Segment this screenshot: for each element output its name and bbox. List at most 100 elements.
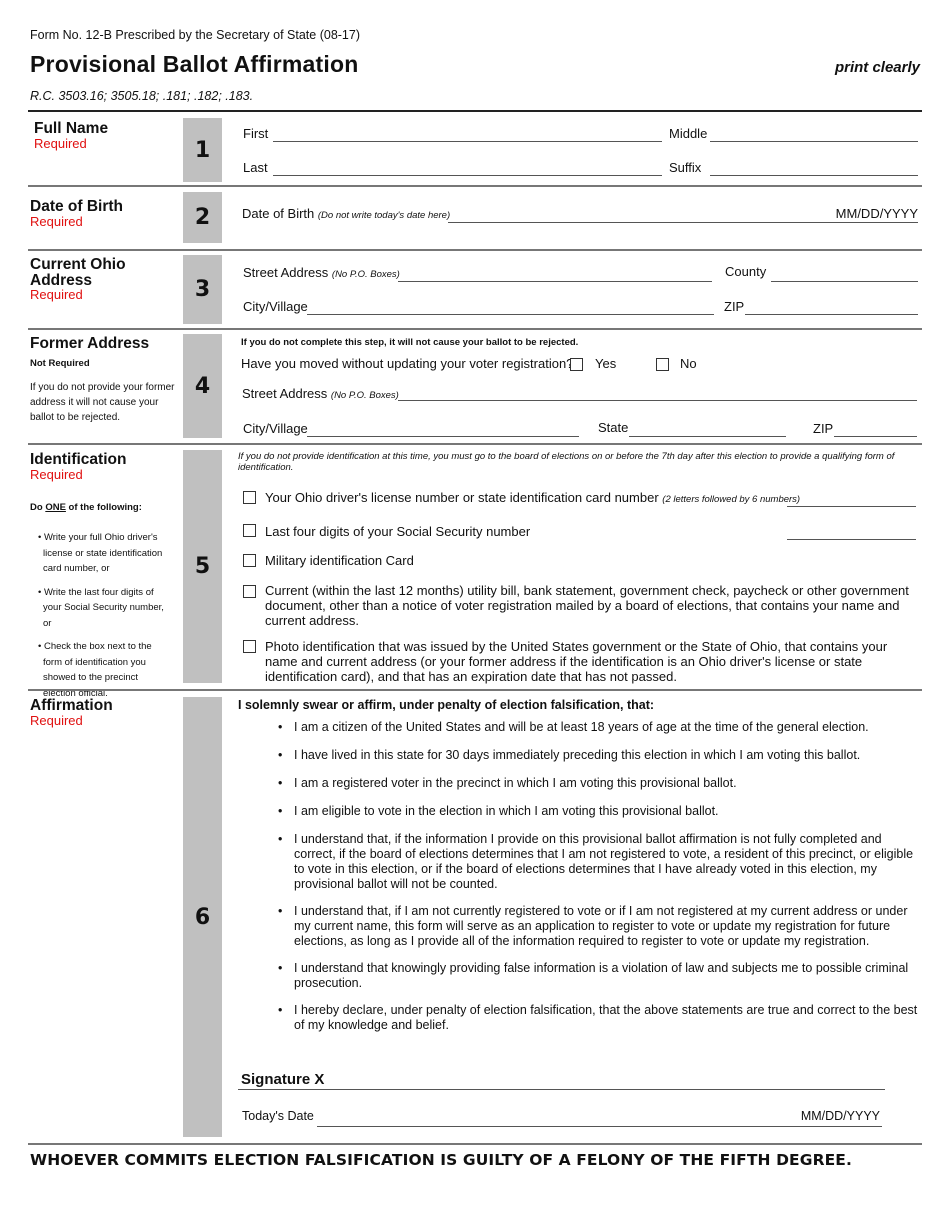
zip-field[interactable]	[745, 314, 918, 315]
section-divider	[28, 443, 922, 445]
option-note: (2 letters followed by 6 numbers)	[662, 494, 801, 505]
former-street-label: Street Address (No P.O. Boxes)	[242, 386, 399, 401]
id-option-photo-id-checkbox[interactable]	[243, 640, 256, 653]
page-title: Provisional Ballot Affirmation	[30, 51, 359, 77]
option-label: Your Ohio driver's license number or sta…	[265, 490, 659, 505]
id-option-photo-id-label: Photo identification that was issued by …	[265, 639, 888, 684]
section-title: Full Name	[34, 120, 109, 137]
moved-no-checkbox[interactable]	[656, 358, 669, 371]
street-label-text: Street Address	[243, 265, 329, 280]
dob-format-hint: MM/DD/YYYY	[835, 206, 918, 221]
affirmation-statement: I understand that knowingly providing fa…	[278, 961, 920, 991]
felony-warning: WHOEVER COMMITS ELECTION FALSIFICATION I…	[30, 1151, 852, 1169]
step-number-4: 4	[183, 334, 222, 438]
id-option-military-checkbox[interactable]	[243, 554, 256, 567]
former-street-label-text: Street Address	[242, 386, 328, 401]
step-number-1: 1	[183, 118, 222, 182]
side-bullet-text: Write your full Ohio driver's license or…	[43, 532, 163, 574]
signature-field[interactable]	[238, 1089, 885, 1090]
do-one-instruction: Do ONE of the following:	[30, 502, 142, 513]
moved-question: Have you moved without updating your vot…	[241, 356, 574, 371]
drivers-license-number-field[interactable]	[787, 506, 916, 507]
middle-name-label: Middle	[669, 126, 708, 141]
section-title: Date of Birth	[30, 198, 123, 215]
section-title-line1: Current Ohio	[30, 256, 126, 273]
former-address-top-note: If you do not complete this step, it wil…	[241, 337, 579, 348]
former-city-label: City/Village	[243, 421, 308, 436]
affirmation-intro: I solemnly swear or affirm, under penalt…	[238, 698, 655, 712]
ssn-last-four-field[interactable]	[787, 539, 916, 540]
dob-field[interactable]	[448, 222, 918, 223]
street-address-field[interactable]	[398, 281, 712, 282]
id-option-utility-bill-checkbox[interactable]	[243, 585, 256, 598]
section-divider	[28, 689, 922, 691]
section-divider	[28, 249, 922, 251]
step-number-3: 3	[183, 255, 222, 324]
id-option-drivers-license-label: Your Ohio driver's license number or sta…	[265, 490, 800, 507]
middle-name-field[interactable]	[710, 141, 918, 142]
signature-label: Signature X	[241, 1071, 325, 1088]
not-required-label: Not Required	[30, 358, 90, 369]
former-city-field[interactable]	[307, 436, 579, 437]
dob-label-text: Date of Birth	[242, 206, 315, 221]
suffix-field[interactable]	[710, 175, 918, 176]
id-option-drivers-license-checkbox[interactable]	[243, 491, 256, 504]
zip-label: ZIP	[724, 299, 745, 314]
required-label: Required	[34, 136, 87, 151]
former-zip-field[interactable]	[834, 436, 917, 437]
affirmation-statements: I am a citizen of the United States and …	[278, 720, 920, 1033]
former-state-label: State	[598, 420, 629, 435]
street-note: (No P.O. Boxes)	[331, 269, 400, 280]
affirmation-statement: I hereby declare, under penalty of elect…	[278, 1003, 920, 1033]
id-top-note: If you do not provide identification at …	[238, 451, 895, 473]
id-option-ssn-label: Last four digits of your Social Security…	[265, 524, 531, 539]
step-number-5: 5	[183, 450, 222, 683]
section-title: Affirmation	[30, 697, 113, 714]
city-field[interactable]	[307, 314, 714, 315]
county-field[interactable]	[771, 281, 918, 282]
moved-no-label: No	[680, 356, 697, 371]
section-divider	[28, 328, 922, 330]
todays-date-label: Today's Date	[242, 1109, 314, 1123]
former-address-side-note: If you do not provide your former addres…	[30, 382, 175, 423]
header-divider	[28, 110, 922, 112]
former-street-note: (No P.O. Boxes)	[330, 390, 399, 401]
affirmation-statement: I understand that, if the information I …	[278, 832, 920, 892]
form-number: Form No. 12-B Prescribed by the Secretar…	[30, 28, 360, 42]
required-label: Required	[30, 214, 83, 229]
last-name-field[interactable]	[273, 175, 662, 176]
former-state-field[interactable]	[629, 436, 786, 437]
first-name-label: First	[243, 126, 269, 141]
instruction-suffix: of the following:	[65, 502, 142, 513]
street-address-label: Street Address (No P.O. Boxes)	[243, 265, 400, 280]
affirmation-statement: I understand that, if I am not currently…	[278, 904, 920, 949]
affirmation-statement: I am eligible to vote in the election in…	[278, 804, 920, 819]
print-clearly-note: print clearly	[834, 59, 920, 76]
side-bullet: • Write the last four digits of your Soc…	[38, 586, 164, 629]
side-bullet-text: Write the last four digits of your Socia…	[43, 586, 164, 629]
side-bullet: • Check the box next to the form of iden…	[38, 641, 152, 699]
id-side-bullets: • Write your full Ohio driver's license …	[38, 530, 173, 701]
section-title: Identification	[30, 451, 127, 468]
former-street-field[interactable]	[398, 400, 917, 401]
affirmation-statement: I have lived in this state for 30 days i…	[278, 748, 920, 763]
side-bullet: • Write your full Ohio driver's license …	[38, 532, 163, 574]
moved-yes-checkbox[interactable]	[570, 358, 583, 371]
section-divider	[28, 185, 922, 187]
dob-label: Date of Birth (Do not write today's date…	[242, 206, 450, 221]
county-label: County	[725, 264, 767, 279]
instruction-prefix: Do	[30, 502, 46, 513]
id-option-utility-bill-label: Current (within the last 12 months) util…	[265, 583, 909, 628]
first-name-field[interactable]	[273, 141, 662, 142]
statute-reference: R.C. 3503.16; 3505.18; .181; .182; .183.	[30, 89, 254, 103]
section-divider	[28, 1143, 922, 1145]
last-name-label: Last	[243, 160, 268, 175]
step-number-2: 2	[183, 192, 222, 243]
suffix-label: Suffix	[669, 160, 702, 175]
moved-yes-label: Yes	[595, 356, 617, 371]
id-option-ssn-checkbox[interactable]	[243, 524, 256, 537]
affirmation-statement: I am a citizen of the United States and …	[278, 720, 920, 735]
city-label: City/Village	[243, 299, 308, 314]
instruction-emphasis: ONE	[45, 502, 66, 513]
todays-date-field[interactable]	[317, 1126, 882, 1127]
